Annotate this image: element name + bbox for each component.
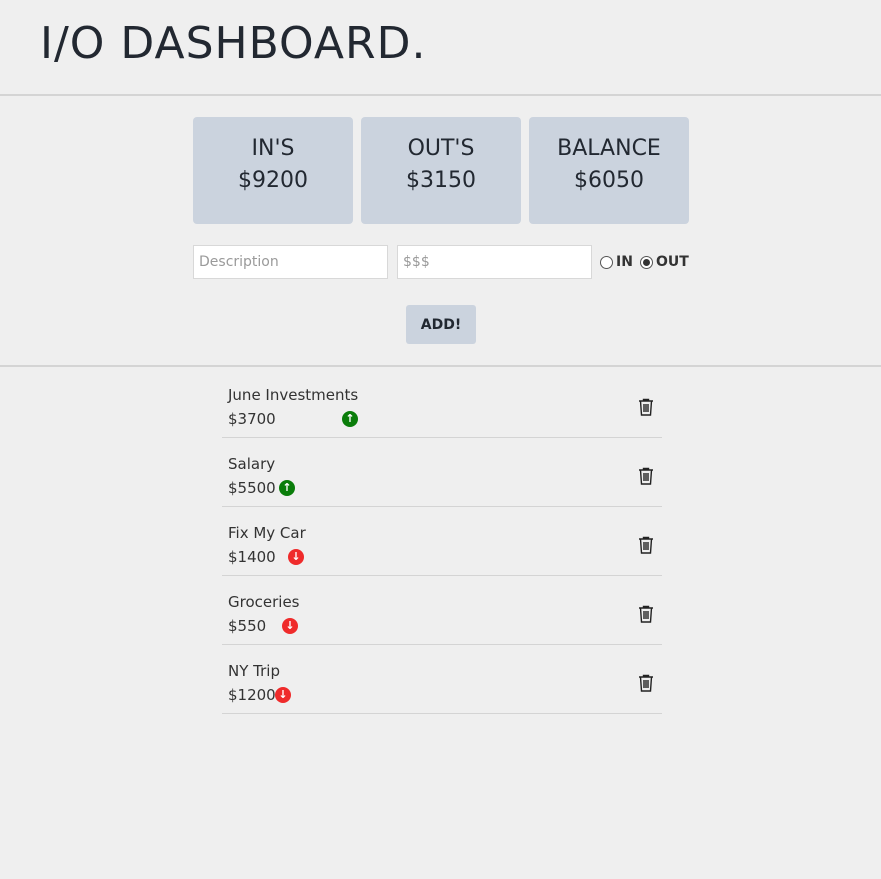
trash-icon[interactable] bbox=[638, 467, 654, 485]
transaction-amount: $550 bbox=[228, 617, 267, 635]
balance-card: BALANCE $6050 bbox=[529, 117, 689, 224]
page-title: I/O DASHBOARD. bbox=[40, 18, 427, 69]
transaction-amount: $1400 bbox=[228, 548, 276, 566]
balance-card-label: BALANCE bbox=[557, 136, 661, 161]
amount-input[interactable] bbox=[397, 245, 592, 279]
trash-icon[interactable] bbox=[638, 674, 654, 692]
list-item: Salary $5500 ↑ bbox=[222, 438, 662, 507]
list-item: Fix My Car $1400 ↓ bbox=[222, 507, 662, 576]
description-input[interactable] bbox=[193, 245, 388, 279]
transaction-description: Salary bbox=[228, 455, 276, 473]
transaction-description: June Investments bbox=[228, 386, 359, 404]
arrow-down-icon: ↓ bbox=[282, 618, 298, 634]
page-header: I/O DASHBOARD. bbox=[0, 0, 881, 96]
transaction-description: Fix My Car bbox=[228, 524, 306, 542]
transaction-amount: $5500 bbox=[228, 479, 276, 497]
radio-in[interactable] bbox=[600, 255, 613, 269]
transaction-list: June Investments $3700 ↑ Salary $5500 ↑ … bbox=[222, 369, 662, 714]
trash-icon[interactable] bbox=[638, 605, 654, 623]
ins-card-label: IN'S bbox=[251, 136, 295, 161]
list-item: NY Trip $1200 ↓ bbox=[222, 645, 662, 714]
add-transaction-form: IN OUT bbox=[193, 245, 696, 279]
outs-card: OUT'S $3150 bbox=[361, 117, 521, 224]
summary-section: IN'S $9200 OUT'S $3150 BALANCE $6050 IN … bbox=[0, 96, 881, 367]
list-item: June Investments $3700 ↑ bbox=[222, 369, 662, 438]
transaction-description: Groceries bbox=[228, 593, 300, 611]
arrow-down-icon: ↓ bbox=[288, 549, 304, 565]
arrow-up-icon: ↑ bbox=[342, 411, 358, 427]
balance-card-value: $6050 bbox=[574, 168, 644, 193]
outs-card-label: OUT'S bbox=[407, 136, 475, 161]
arrow-up-icon: ↑ bbox=[279, 480, 295, 496]
trash-icon[interactable] bbox=[638, 536, 654, 554]
transaction-amount: $1200 bbox=[228, 686, 276, 704]
radio-out[interactable] bbox=[639, 255, 653, 269]
trash-icon[interactable] bbox=[638, 398, 654, 416]
ins-card-value: $9200 bbox=[238, 168, 308, 193]
type-radio-group: IN OUT bbox=[600, 254, 696, 270]
arrow-down-icon: ↓ bbox=[275, 687, 291, 703]
outs-card-value: $3150 bbox=[406, 168, 476, 193]
ins-card: IN'S $9200 bbox=[193, 117, 353, 224]
radio-out-label[interactable]: OUT bbox=[656, 254, 689, 270]
summary-cards: IN'S $9200 OUT'S $3150 BALANCE $6050 bbox=[193, 117, 689, 224]
radio-in-label[interactable]: IN bbox=[616, 254, 633, 270]
transaction-description: NY Trip bbox=[228, 662, 280, 680]
add-button[interactable]: ADD! bbox=[406, 305, 476, 344]
transaction-amount: $3700 bbox=[228, 410, 276, 428]
list-item: Groceries $550 ↓ bbox=[222, 576, 662, 645]
